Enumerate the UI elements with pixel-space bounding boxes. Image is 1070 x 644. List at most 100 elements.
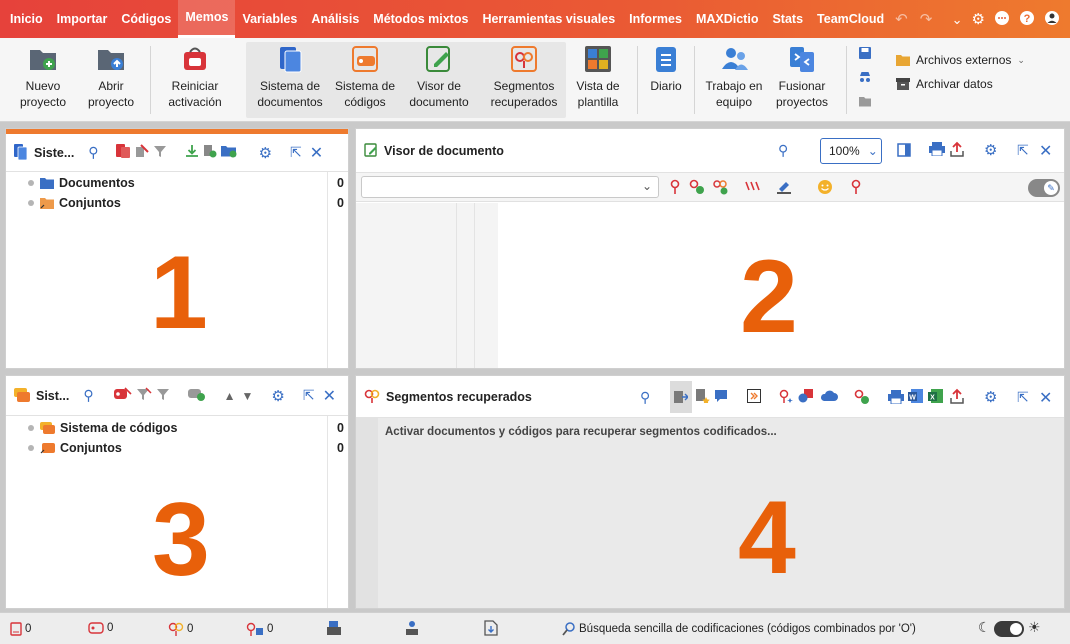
word-icon[interactable]: W [908, 388, 924, 407]
tab-codigos[interactable]: Códigos [114, 0, 178, 38]
document-set-icon[interactable] [326, 620, 342, 638]
filter-icon[interactable] [153, 144, 167, 161]
user-icon[interactable] [1044, 10, 1060, 29]
status-documents[interactable]: 0 [10, 622, 31, 636]
import-icon[interactable] [185, 144, 199, 161]
external-files-button[interactable]: Archivos externos ⌄ [896, 48, 1025, 72]
deactivate-docs-icon[interactable] [135, 144, 149, 161]
code-favorite-icon[interactable] [850, 179, 862, 198]
save-icon[interactable] [858, 46, 872, 62]
activate-docs-icon[interactable] [115, 143, 131, 162]
reset-activation-button[interactable]: Reiniciar activación [160, 44, 230, 110]
status-codes[interactable]: 0 [88, 622, 113, 634]
close-icon[interactable]: ✕ [1039, 388, 1052, 408]
gear-icon[interactable]: ⚙ [972, 12, 985, 27]
document-browser-button[interactable]: Visor de documento [406, 44, 472, 110]
undock-icon[interactable]: ⇱ [1017, 142, 1029, 159]
excel-icon[interactable]: X [928, 388, 944, 407]
close-icon[interactable]: ✕ [1039, 141, 1052, 161]
tab-importar[interactable]: Importar [50, 0, 115, 38]
chat-icon[interactable] [994, 10, 1010, 29]
tab-herramientas-visuales[interactable]: Herramientas visuales [475, 0, 622, 38]
gear-icon[interactable]: ⚙ [984, 388, 997, 406]
user-filter-icon[interactable] [404, 620, 420, 638]
tree-row-code-system[interactable]: Sistema de códigos 0 [28, 418, 344, 438]
cloud-icon[interactable] [820, 390, 838, 405]
undock-icon[interactable]: ⇱ [303, 387, 315, 404]
favorite-segment-icon[interactable] [696, 389, 710, 406]
code-system-button[interactable]: Sistema de códigos [332, 44, 398, 110]
template-view-button[interactable]: Vista de plantilla [570, 44, 626, 110]
chevron-down-icon[interactable]: ⌄ [952, 13, 963, 26]
move-down-icon[interactable]: ▼ [242, 389, 254, 403]
move-up-icon[interactable]: ▲ [224, 389, 236, 403]
tab-stats[interactable]: Stats [765, 0, 810, 38]
undock-icon[interactable]: ⇱ [1017, 389, 1029, 406]
tab-memos[interactable]: Memos [178, 0, 236, 38]
new-code-icon[interactable] [187, 387, 206, 404]
search-icon[interactable]: ⚲ [640, 389, 650, 406]
tab-inicio[interactable]: Inicio [0, 0, 50, 38]
zoom-select[interactable]: 100% ⌄ [820, 138, 882, 164]
tab-informes[interactable]: Informes [622, 0, 689, 38]
shapes-icon[interactable] [798, 389, 814, 406]
archive-data-button[interactable]: Archivar datos [896, 72, 1025, 96]
close-icon[interactable]: ✕ [310, 143, 323, 163]
open-project-button[interactable]: Abrir proyecto [80, 44, 142, 110]
activate-codes-icon[interactable] [113, 387, 132, 404]
export-icon[interactable] [950, 141, 964, 160]
tree-row-code-sets[interactable]: Conjuntos 0 [28, 438, 344, 458]
code-spark-icon[interactable] [779, 389, 793, 406]
status-segments[interactable]: 0 [168, 622, 193, 636]
search-icon[interactable]: ⚲ [83, 387, 93, 404]
search-icon[interactable]: ⚲ [88, 144, 98, 161]
search-icon[interactable]: ⚲ [778, 142, 788, 159]
dark-mode-toggle[interactable] [994, 621, 1024, 637]
document-system-button[interactable]: Sistema de documentos [252, 44, 328, 110]
tab-maxdictio[interactable]: MAXDictio [689, 0, 766, 38]
tree-row-documents[interactable]: Documentos 0 [28, 173, 344, 193]
print-icon[interactable] [929, 142, 945, 159]
close-icon[interactable]: ✕ [323, 386, 336, 406]
new-document-icon[interactable] [203, 144, 217, 161]
code-select[interactable]: ⌄ [361, 176, 659, 198]
tab-variables[interactable]: Variables [235, 0, 304, 38]
status-memos[interactable]: 0 [246, 622, 273, 636]
highlight-icon[interactable] [776, 179, 792, 198]
help-icon[interactable]: ? [1019, 10, 1035, 29]
merge-projects-button[interactable]: Fusionar proyectos [772, 44, 832, 110]
logbook-button[interactable]: Diario [644, 44, 688, 94]
emoji-icon[interactable] [817, 179, 833, 198]
tab-metodos-mixtos[interactable]: Métodos mixtos [366, 0, 475, 38]
filter-icon[interactable] [156, 387, 170, 404]
redo-icon[interactable]: ↷ [920, 12, 933, 27]
undo-icon[interactable]: ↶ [895, 12, 908, 27]
tab-teamcloud[interactable]: TeamCloud [810, 0, 891, 38]
edit-mode-toggle[interactable]: ✎ [1028, 179, 1060, 197]
tab-analisis[interactable]: Análisis [304, 0, 366, 38]
gear-icon[interactable]: ⚙ [984, 141, 997, 159]
smart-publisher-icon[interactable] [747, 389, 761, 406]
folder-icon[interactable] [858, 94, 872, 110]
print-icon[interactable] [888, 390, 904, 407]
add-code-icon[interactable] [854, 389, 870, 408]
incognito-icon[interactable] [858, 70, 872, 86]
filter-codes-icon[interactable] [136, 387, 152, 404]
new-project-button[interactable]: Nuevo proyecto [14, 44, 72, 110]
status-search-mode[interactable]: Búsqueda sencilla de codificaciones (cód… [562, 622, 916, 636]
document-download-icon[interactable] [484, 620, 498, 638]
in-vivo-icon[interactable] [744, 179, 760, 198]
retrieved-segments-button[interactable]: Segmentos recuperados [486, 44, 562, 110]
export-icon[interactable] [950, 388, 964, 407]
code-icon[interactable] [669, 179, 681, 198]
comment-icon[interactable] [714, 389, 728, 406]
tree-row-sets[interactable]: Conjuntos 0 [28, 193, 344, 213]
teamwork-button[interactable]: Trabajo en equipo [702, 44, 766, 110]
sidebar-toggle-icon[interactable] [897, 143, 911, 160]
gear-icon[interactable]: ⚙ [259, 144, 272, 162]
add-code-icon[interactable] [689, 179, 705, 198]
gear-icon[interactable]: ⚙ [271, 387, 284, 405]
new-folder-icon[interactable] [220, 144, 237, 161]
undock-icon[interactable]: ⇱ [290, 144, 302, 161]
list-view-button[interactable] [670, 381, 692, 413]
